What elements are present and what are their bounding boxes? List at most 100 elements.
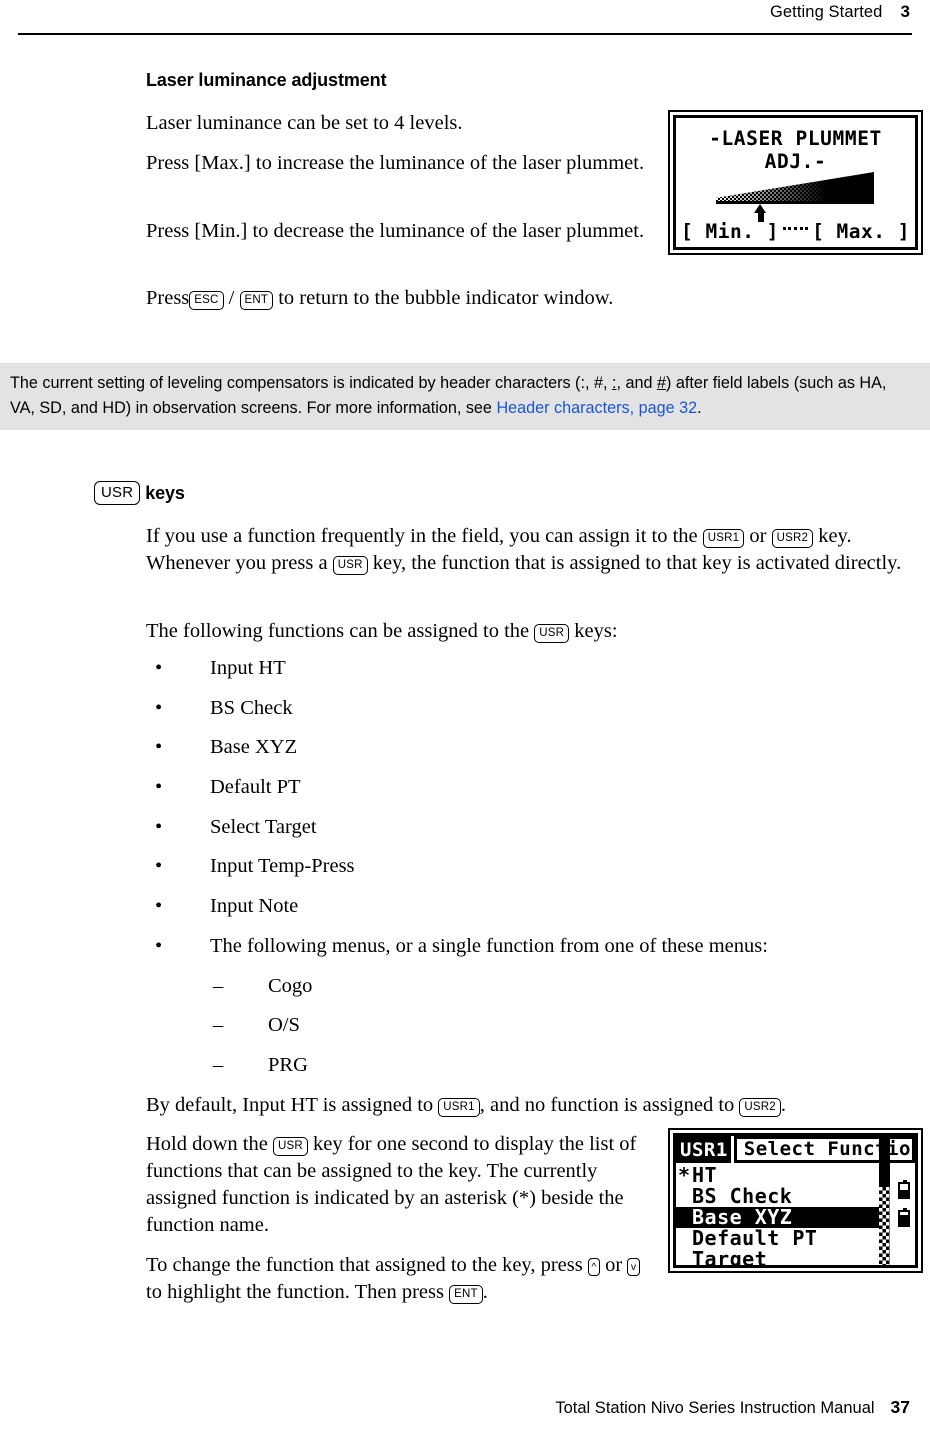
page-footer: Total Station Nivo Series Instruction Ma… bbox=[0, 1388, 930, 1418]
battery-icon-2 bbox=[898, 1208, 910, 1227]
list-item-label: Input HT bbox=[210, 657, 286, 679]
key-usr1-inline-1[interactable]: USR1 bbox=[702, 529, 745, 548]
list-item-label: BS Check bbox=[210, 697, 293, 719]
sub-list-item-cogo: – Cogo bbox=[213, 973, 312, 1000]
bullet-mark: • bbox=[155, 935, 163, 957]
default-text-c: . bbox=[780, 1094, 787, 1116]
header-text: Getting Started 3 bbox=[770, 2, 910, 22]
usr-intro-text-a: If you use a function frequently in the … bbox=[146, 525, 698, 547]
list-item-input-note: • Input Note bbox=[155, 893, 298, 920]
lcd-softkey-row: [ Min. ] [ Max. ] bbox=[681, 220, 910, 243]
scrollbar-thumb[interactable] bbox=[879, 1138, 890, 1187]
list-item-label: Input Temp-Press bbox=[210, 855, 355, 877]
paragraph-usr-assign-intro: If you use a function frequently in the … bbox=[146, 523, 918, 577]
sub-bullet-mark: – bbox=[213, 975, 224, 997]
paragraph-default-assignment: By default, Input HT is assigned to USR1… bbox=[146, 1092, 926, 1119]
bullet-mark: • bbox=[155, 657, 163, 679]
sub-list-item-os: – O/S bbox=[213, 1012, 300, 1039]
key-ent-inline-2[interactable]: ENT bbox=[449, 1285, 483, 1304]
list-item-label: The following menus, or a single functio… bbox=[210, 935, 768, 957]
change-text-d: . bbox=[482, 1281, 488, 1303]
note-text-part-4: . bbox=[697, 399, 702, 417]
note-callout-leveling-compensators: The current setting of leveling compensa… bbox=[0, 363, 930, 430]
heading-usr-keys: USR keys bbox=[94, 481, 185, 505]
lcd-badge-usr1: USR1 bbox=[676, 1136, 731, 1163]
sub-list-item-label: PRG bbox=[268, 1054, 308, 1076]
key-usr1-inline-2[interactable]: USR1 bbox=[438, 1098, 480, 1117]
change-text-a: To change the function that assigned to … bbox=[146, 1254, 583, 1276]
luminance-ramp-graphic bbox=[716, 172, 874, 205]
note-text-part-2: , and bbox=[616, 374, 657, 392]
lcd-display-area: USR1 Select Functions *HT BS Check Base … bbox=[673, 1133, 918, 1268]
sub-list-item-prg: – PRG bbox=[213, 1052, 308, 1079]
list-item-label: Select Target bbox=[210, 816, 317, 838]
default-text-a: By default, Input HT is assigned to bbox=[146, 1094, 434, 1116]
softkey-max[interactable]: [ Max. ] bbox=[812, 220, 910, 243]
paragraph-functions-assignable: The following functions can be assigned … bbox=[146, 618, 918, 645]
bullet-mark: • bbox=[155, 776, 163, 798]
assignable-text-a: The following functions can be assigned … bbox=[146, 620, 530, 642]
bullet-mark: • bbox=[155, 895, 163, 917]
press-label: Press bbox=[146, 287, 190, 309]
list-item-label: Default PT bbox=[210, 776, 301, 798]
key-usr-inline-2[interactable]: USR bbox=[534, 624, 570, 643]
battery-icon-1 bbox=[898, 1180, 910, 1199]
note-text-part-1: The current setting of leveling compensa… bbox=[10, 374, 612, 392]
key-usr2-inline-2[interactable]: USR2 bbox=[739, 1098, 781, 1117]
key-separator: / bbox=[228, 287, 235, 309]
key-ent[interactable]: ENT bbox=[239, 291, 274, 310]
battery-fill bbox=[900, 1214, 908, 1225]
cross-reference-link-header-characters[interactable]: Header characters, page 32 bbox=[496, 399, 697, 417]
bullet-mark: • bbox=[155, 816, 163, 838]
dotted-scale bbox=[782, 226, 809, 230]
note-header-char-hash-underlined: # bbox=[656, 374, 666, 392]
list-item-base-xyz: • Base XYZ bbox=[155, 734, 297, 761]
list-item-label: Input Note bbox=[210, 895, 299, 917]
lcd-screen-laser-plummet-adjustment: -LASER PLUMMET ADJ.- [Min.] [Max.] bbox=[668, 110, 923, 255]
sub-list-item-label: Cogo bbox=[268, 975, 313, 997]
list-item-select-target: • Select Target bbox=[155, 814, 317, 841]
paragraph-press-esc-ent: Press ESC / ENT to return to the bubble i… bbox=[146, 285, 786, 312]
key-usr-inline-3[interactable]: USR bbox=[272, 1137, 308, 1156]
header-section-title: Getting Started bbox=[769, 3, 883, 21]
key-usr-heading[interactable]: USR bbox=[94, 481, 141, 505]
sub-bullet-mark: – bbox=[213, 1054, 224, 1076]
page-header: Getting Started 3 bbox=[0, 0, 930, 44]
header-chapter-number: 3 bbox=[900, 2, 910, 21]
list-item-following-menus: • The following menus, or a single functi… bbox=[155, 933, 768, 960]
bullet-mark: • bbox=[155, 697, 163, 719]
lcd-list-item-base-xyz-selected[interactable]: Base XYZ bbox=[676, 1207, 879, 1228]
list-item-input-ht: • Input HT bbox=[155, 655, 286, 682]
lcd-title-laser-plummet: -LASER PLUMMET ADJ.- bbox=[709, 127, 882, 173]
paragraph-change-function: To change the function that assigned to … bbox=[146, 1252, 658, 1306]
change-text-c: to highlight the function. Then press bbox=[146, 1281, 444, 1303]
battery-fill bbox=[900, 1189, 908, 1197]
scrollbar-track[interactable] bbox=[879, 1187, 890, 1265]
lcd-scrollbar[interactable] bbox=[879, 1138, 890, 1265]
default-text-b: , and no function is assigned to bbox=[479, 1094, 735, 1116]
key-usr-inline-1[interactable]: USR bbox=[332, 556, 368, 575]
sub-list-item-label: O/S bbox=[268, 1014, 300, 1036]
key-arrow-down[interactable]: v bbox=[627, 1258, 640, 1276]
usr-intro-text-d: key, the function that is assigned to th… bbox=[372, 552, 902, 574]
key-arrow-up[interactable]: ^ bbox=[587, 1258, 600, 1276]
paragraph-press-max: Press [Max.] to increase the luminance o… bbox=[146, 152, 645, 174]
heading-laser-luminance-adjustment: Laser luminance adjustment bbox=[146, 70, 387, 90]
change-text-b: or bbox=[605, 1254, 623, 1276]
list-item-input-temp-press: • Input Temp-Press bbox=[155, 853, 355, 880]
softkey-min[interactable]: [ Min. ] bbox=[681, 220, 779, 243]
footer-manual-title: Total Station Nivo Series Instruction Ma… bbox=[555, 1399, 875, 1417]
header-divider-rule bbox=[18, 33, 912, 35]
hold-text-a: Hold down the bbox=[146, 1133, 268, 1155]
key-usr2-inline-1[interactable]: USR2 bbox=[771, 529, 814, 548]
bullet-mark: • bbox=[155, 736, 163, 758]
usr-intro-text-b: or bbox=[749, 525, 767, 547]
paragraph-press-min: Press [Min.] to decrease the luminance o… bbox=[146, 220, 645, 242]
assignable-text-b: keys: bbox=[574, 620, 618, 642]
paragraph-laser-levels: Laser luminance can be set to 4 levels. bbox=[146, 112, 463, 134]
list-item-bs-check: • BS Check bbox=[155, 695, 293, 722]
assigned-asterisk-icon: * bbox=[678, 1163, 691, 1187]
paragraph-hold-usr-key: Hold down the USR key for one second to … bbox=[146, 1131, 651, 1239]
key-esc[interactable]: ESC bbox=[189, 291, 224, 310]
footer-text: Total Station Nivo Series Instruction Ma… bbox=[555, 1397, 910, 1418]
